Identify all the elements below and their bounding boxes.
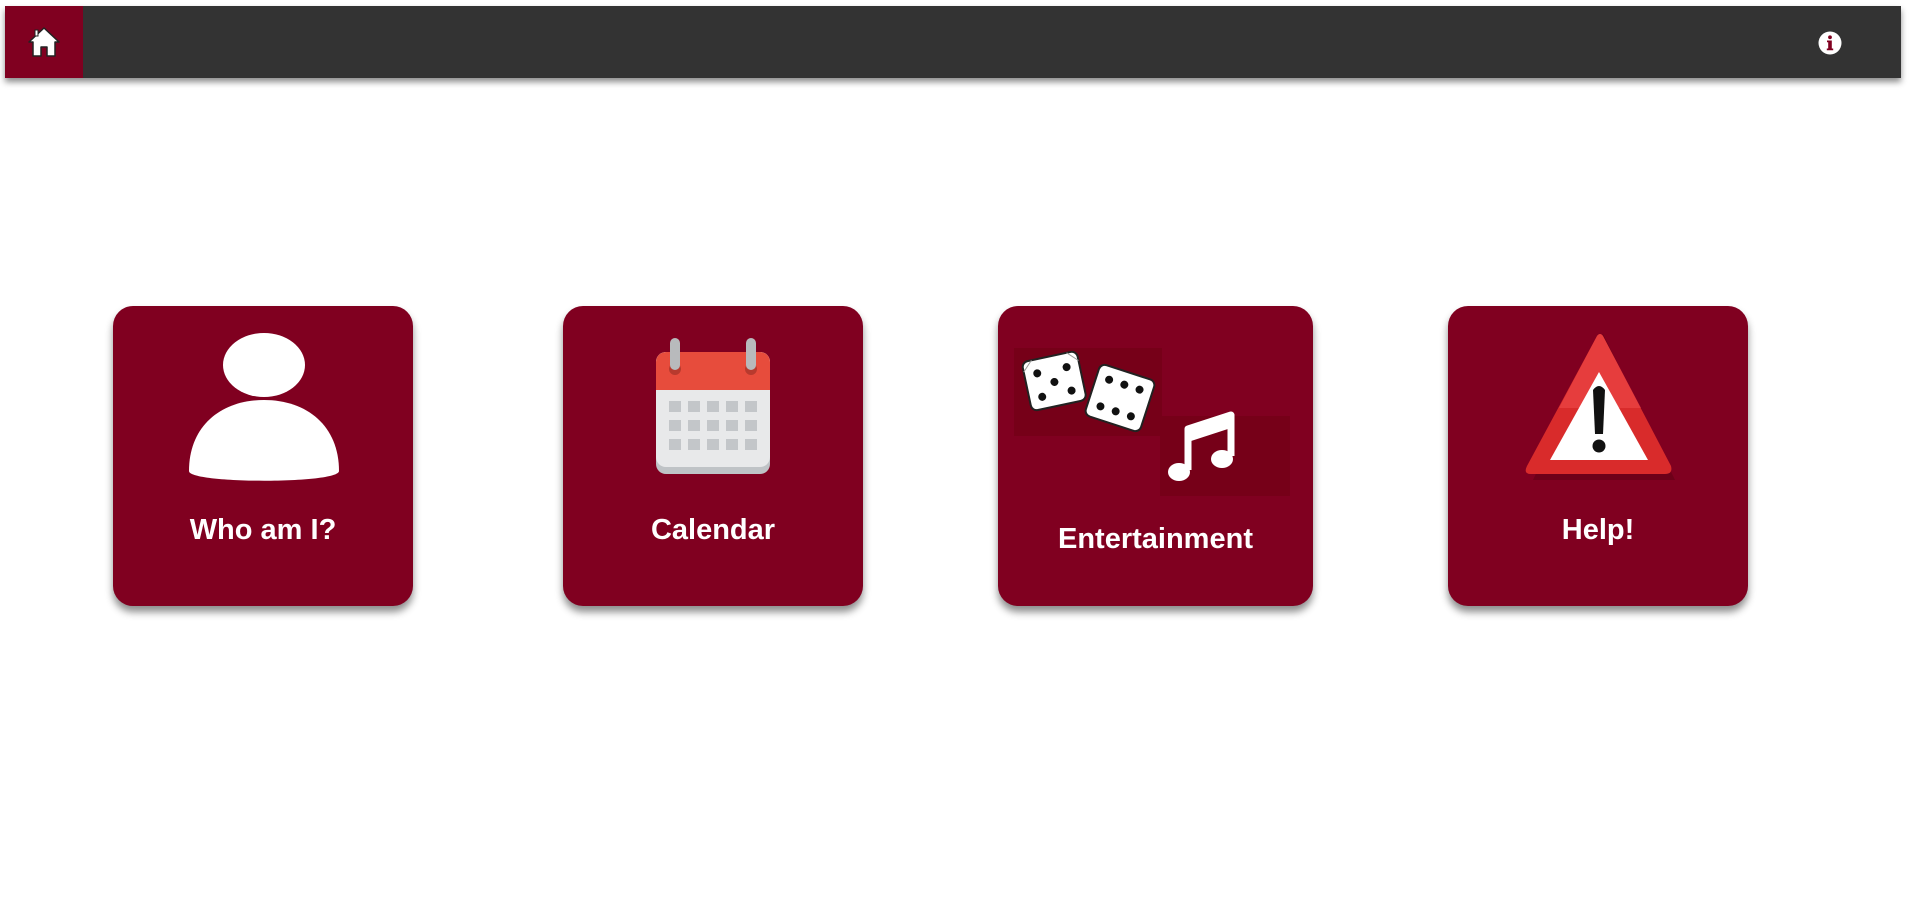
home-icon — [28, 27, 60, 57]
help-tile[interactable]: Help! — [1448, 306, 1748, 606]
who-am-i-tile[interactable]: Who am I? — [113, 306, 413, 606]
top-bar — [5, 6, 1901, 78]
home-button[interactable] — [5, 6, 83, 78]
calendar-tile[interactable]: Calendar — [563, 306, 863, 606]
tile-label-who-am-i: Who am I? — [189, 514, 337, 546]
warning-icon — [1525, 334, 1675, 480]
person-icon — [189, 333, 339, 481]
tile-label-entertainment: Entertainment — [1058, 523, 1253, 555]
tile-label-calendar: Calendar — [650, 514, 776, 546]
info-icon — [1818, 31, 1842, 55]
dice-and-music-icon — [1014, 348, 1290, 496]
info-button[interactable] — [1818, 31, 1842, 55]
entertainment-tile[interactable]: Entertainment — [998, 306, 1313, 606]
calendar-icon — [656, 338, 770, 474]
tile-label-help: Help! — [1561, 514, 1635, 546]
